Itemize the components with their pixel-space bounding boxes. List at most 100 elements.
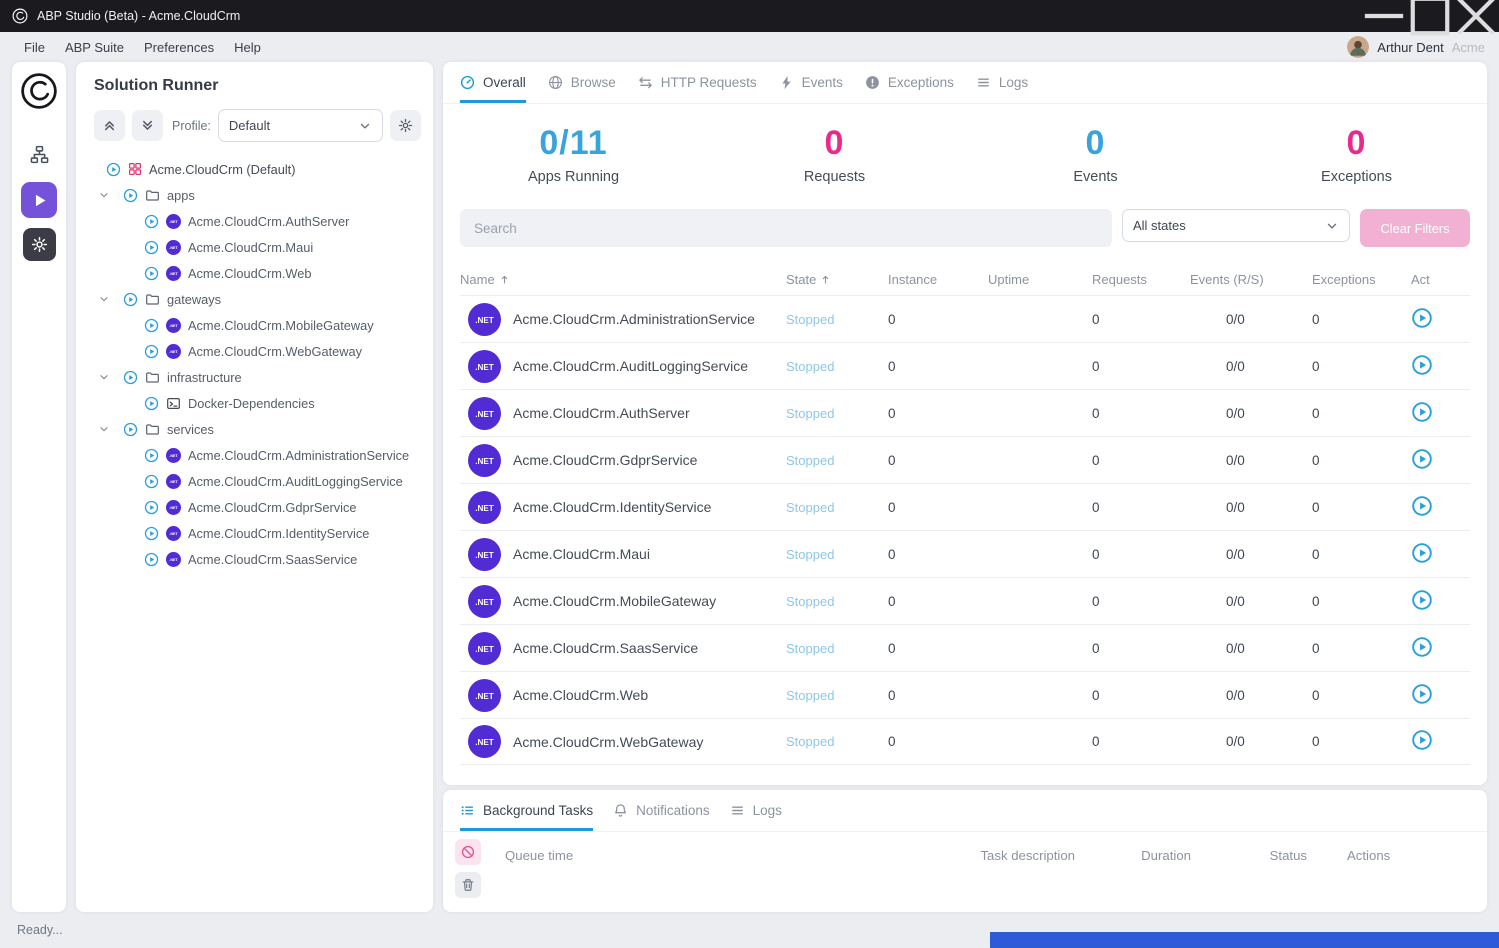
monitor-tab[interactable]: Exceptions bbox=[865, 62, 954, 103]
column-header[interactable]: Requests bbox=[1092, 272, 1190, 287]
column-header[interactable]: Instance bbox=[888, 272, 988, 287]
start-service-button[interactable] bbox=[1411, 307, 1435, 331]
tree-item[interactable]: .NET Acme.CloudCrm.WebGateway bbox=[88, 338, 421, 364]
column-header[interactable]: Uptime bbox=[988, 272, 1092, 287]
tree-item[interactable]: .NET Acme.CloudCrm.AuthServer bbox=[88, 208, 421, 234]
solution-runner-button[interactable] bbox=[21, 182, 57, 218]
clear-filters-button[interactable]: Clear Filters bbox=[1360, 209, 1470, 247]
state-filter-select[interactable]: All states bbox=[1122, 209, 1350, 242]
service-row[interactable]: .NET Acme.CloudCrm.AuthServer Stopped 0 … bbox=[460, 389, 1470, 436]
start-service-button[interactable] bbox=[1411, 354, 1435, 378]
stat-label: Requests bbox=[704, 169, 965, 185]
chevron-down-icon[interactable] bbox=[98, 293, 110, 305]
monitor-tab[interactable]: Browse bbox=[548, 62, 616, 103]
start-service-button[interactable] bbox=[1411, 729, 1435, 753]
menu-item[interactable]: Help bbox=[224, 40, 271, 55]
start-service-button[interactable] bbox=[1411, 636, 1435, 660]
service-row[interactable]: .NET Acme.CloudCrm.AuditLoggingService S… bbox=[460, 342, 1470, 389]
chevron-down-icon[interactable] bbox=[98, 189, 110, 201]
tree-item[interactable]: .NET Acme.CloudCrm.MobileGateway bbox=[88, 312, 421, 338]
expand-all-button[interactable] bbox=[132, 110, 163, 141]
bottom-tab[interactable]: Logs bbox=[730, 790, 782, 831]
maximize-button[interactable] bbox=[1407, 0, 1453, 32]
chevron-down-icon[interactable] bbox=[98, 371, 110, 383]
play-circle-icon[interactable] bbox=[144, 474, 159, 489]
column-header[interactable]: Exceptions bbox=[1312, 272, 1411, 287]
play-circle-icon[interactable] bbox=[123, 422, 138, 437]
play-circle-icon[interactable] bbox=[123, 188, 138, 203]
play-circle-icon[interactable] bbox=[123, 370, 138, 385]
settings-button[interactable] bbox=[23, 228, 56, 261]
start-service-button[interactable] bbox=[1411, 683, 1435, 707]
service-row[interactable]: .NET Acme.CloudCrm.WebGateway Stopped 0 … bbox=[460, 718, 1470, 765]
column-label: Name bbox=[460, 272, 495, 287]
abp-logo-icon bbox=[12, 8, 28, 24]
play-circle-icon[interactable] bbox=[144, 448, 159, 463]
service-row[interactable]: .NET Acme.CloudCrm.Web Stopped 0 0 0/0 0 bbox=[460, 671, 1470, 718]
monitor-tab[interactable]: Logs bbox=[976, 62, 1028, 103]
menu-item[interactable]: File bbox=[14, 40, 55, 55]
tree-item[interactable]: .NET gateways bbox=[88, 286, 421, 312]
search-input[interactable] bbox=[460, 209, 1112, 247]
tree-item[interactable]: .NET services bbox=[88, 416, 421, 442]
play-circle-icon[interactable] bbox=[144, 526, 159, 541]
menu-item[interactable]: ABP Suite bbox=[55, 40, 134, 55]
profile-settings-button[interactable] bbox=[390, 110, 421, 141]
service-row[interactable]: .NET Acme.CloudCrm.GdprService Stopped 0… bbox=[460, 436, 1470, 483]
collapse-all-button[interactable] bbox=[94, 110, 125, 141]
profile-select[interactable]: Default bbox=[218, 109, 383, 142]
play-circle-icon[interactable] bbox=[144, 266, 159, 281]
column-header[interactable]: Events (R/S) bbox=[1190, 272, 1312, 287]
chevron-down-icon[interactable] bbox=[98, 423, 110, 435]
tree-item[interactable]: .NET Acme.CloudCrm.IdentityService bbox=[88, 520, 421, 546]
tree-item[interactable]: .NET Acme.CloudCrm.AdministrationService bbox=[88, 442, 421, 468]
service-row[interactable]: .NET Acme.CloudCrm.MobileGateway Stopped… bbox=[460, 577, 1470, 624]
play-circle-icon[interactable] bbox=[144, 500, 159, 515]
bottom-tab[interactable]: Background Tasks bbox=[460, 790, 593, 831]
cancel-tasks-button[interactable] bbox=[455, 839, 481, 865]
column-header[interactable]: State bbox=[786, 272, 888, 287]
service-row[interactable]: .NET Acme.CloudCrm.Maui Stopped 0 0 0/0 … bbox=[460, 530, 1470, 577]
tree-item[interactable]: .NET Acme.CloudCrm (Default) bbox=[88, 156, 421, 182]
play-circle-icon[interactable] bbox=[144, 396, 159, 411]
start-service-button[interactable] bbox=[1411, 542, 1435, 566]
service-events: 0/0 bbox=[1190, 453, 1312, 468]
monitor-tab[interactable]: Events bbox=[779, 62, 843, 103]
tree-item[interactable]: .NET Acme.CloudCrm.Maui bbox=[88, 234, 421, 260]
monitor-tab[interactable]: HTTP Requests bbox=[638, 62, 757, 103]
play-circle-icon[interactable] bbox=[106, 162, 121, 177]
start-service-button[interactable] bbox=[1411, 495, 1435, 519]
service-requests: 0 bbox=[1092, 547, 1190, 562]
play-circle-icon[interactable] bbox=[144, 318, 159, 333]
tree-item[interactable]: .NET infrastructure bbox=[88, 364, 421, 390]
bottom-tab[interactable]: Notifications bbox=[613, 790, 710, 831]
start-service-button[interactable] bbox=[1411, 448, 1435, 472]
column-header[interactable]: Act bbox=[1411, 272, 1470, 287]
svg-text:.NET: .NET bbox=[475, 363, 494, 372]
play-circle-icon[interactable] bbox=[144, 344, 159, 359]
solution-explorer-button[interactable] bbox=[21, 136, 57, 172]
service-row[interactable]: .NET Acme.CloudCrm.IdentityService Stopp… bbox=[460, 483, 1470, 530]
start-service-button[interactable] bbox=[1411, 401, 1435, 425]
user-avatar[interactable] bbox=[1347, 36, 1369, 58]
tree-item[interactable]: .NET Acme.CloudCrm.GdprService bbox=[88, 494, 421, 520]
monitor-tab[interactable]: Overall bbox=[460, 62, 526, 103]
play-circle-icon[interactable] bbox=[144, 214, 159, 229]
dotnet-icon: .NET bbox=[468, 538, 501, 571]
tree-item[interactable]: .NET Acme.CloudCrm.SaasService bbox=[88, 546, 421, 572]
service-row[interactable]: .NET Acme.CloudCrm.SaasService Stopped 0… bbox=[460, 624, 1470, 671]
tree-item[interactable]: .NET Docker-Dependencies bbox=[88, 390, 421, 416]
tree-item[interactable]: .NET Acme.CloudCrm.Web bbox=[88, 260, 421, 286]
column-header[interactable]: Name bbox=[460, 272, 786, 287]
tree-item[interactable]: .NET apps bbox=[88, 182, 421, 208]
start-service-button[interactable] bbox=[1411, 589, 1435, 613]
close-button[interactable] bbox=[1453, 0, 1499, 32]
clear-tasks-button[interactable] bbox=[455, 872, 481, 898]
play-circle-icon[interactable] bbox=[123, 292, 138, 307]
play-circle-icon[interactable] bbox=[144, 552, 159, 567]
minimize-button[interactable] bbox=[1361, 0, 1407, 32]
menu-item[interactable]: Preferences bbox=[134, 40, 224, 55]
tree-item[interactable]: .NET Acme.CloudCrm.AuditLoggingService bbox=[88, 468, 421, 494]
play-circle-icon[interactable] bbox=[144, 240, 159, 255]
service-row[interactable]: .NET Acme.CloudCrm.AdministrationService… bbox=[460, 295, 1470, 342]
